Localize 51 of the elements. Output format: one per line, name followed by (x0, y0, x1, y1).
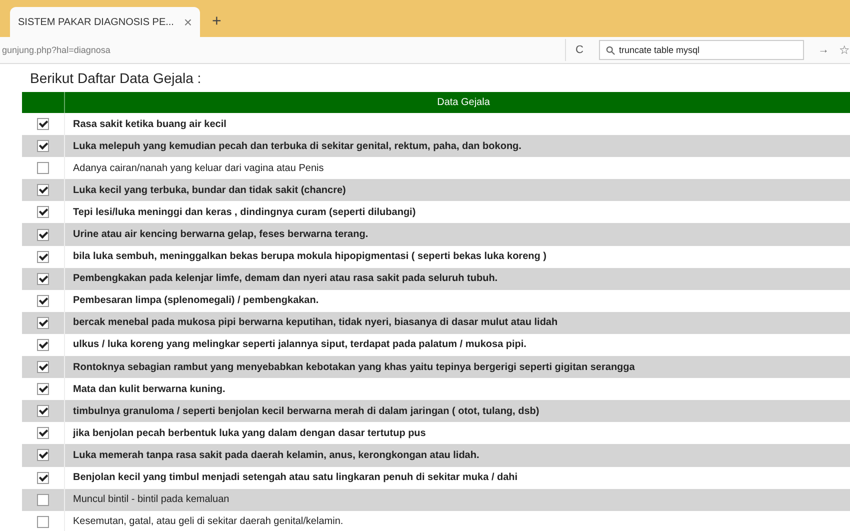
header-cell (22, 92, 64, 113)
checkbox[interactable] (37, 427, 49, 440)
symptom-cell: Kesemutan, gatal, atau geli di sekitar daerah genital/kelamin. (64, 510, 850, 531)
checkbox[interactable] (37, 184, 49, 196)
checkbox[interactable] (37, 494, 49, 506)
symptom-cell: Benjolan kecil yang timbul menjadi setengah atau satu lingkaran penuh di sekitar muka / dahi (64, 466, 850, 489)
symptom-cell: Adanya cairan/nanah yang keluar dari vagina atau Penis (64, 157, 850, 180)
symptom-cell: Pembengkakan pada kelenjar limfe, demam dan nyeri atau rasa sakit pada seluruh tubuh. (64, 268, 850, 290)
checkbox[interactable] (37, 316, 49, 329)
checkbox[interactable] (37, 361, 49, 374)
symptom-cell: Luka melepuh yang kemudian pecah dan terbuka di sekitar genital, rektum, paha, dan bokong. (64, 135, 850, 158)
new-tab-button[interactable]: + (206, 13, 228, 37)
checkbox[interactable] (37, 250, 49, 263)
search-icon (606, 46, 615, 54)
page-heading: Berikut Daftar Data Gejala : (30, 70, 202, 86)
column-header: Data Gejala (64, 92, 850, 113)
symptom-cell: timbulnya granuloma / seperti benjolan kecil berwarna merah di dalam jaringan ( otot, tulang, dsb) (64, 400, 850, 422)
checkbox[interactable] (37, 383, 49, 396)
symptom-cell: Urine atau air kencing berwarna gelap, feses berwarna terang. (64, 223, 850, 246)
checkbox[interactable] (37, 140, 49, 152)
checkbox[interactable] (37, 228, 49, 241)
checkbox[interactable] (37, 118, 49, 130)
checkbox[interactable] (37, 338, 49, 351)
browser-tab[interactable]: SISTEM PAKAR DIAGNOSIS PE... × (10, 7, 200, 37)
symptom-cell: Muncul bintil - bintil pada kemaluan (64, 488, 850, 511)
checkbox[interactable] (37, 272, 49, 285)
go-button[interactable]: → (812, 43, 835, 57)
checkbox[interactable] (37, 472, 49, 484)
symptom-cell: Luka memerah tanpa rasa sakit pada daerah kelamin, anus, kerongkongan atau lidah. (64, 444, 850, 466)
symptom-cell: Luka kecil yang terbuka, bundar dan tidak sakit (chancre) (64, 179, 850, 202)
checkbox[interactable] (37, 206, 49, 218)
symptom-cell: ulkus / luka koreng yang melingkar seperti jalannya siput, terdapat pada palatum / mukosa pipi. (64, 334, 850, 356)
tab-close[interactable]: × (184, 14, 192, 30)
symptom-cell: Pembesaran limpa (splenomegali) / pembengkakan. (64, 290, 850, 312)
symptom-cell: bila luka sembuh, meninggalkan bekas berupa mokula hipopigmentasi ( seperti bekas luka koreng ) (64, 246, 850, 268)
symptom-cell: jika benjolan pecah berbentuk luka yang dalam dengan dasar tertutup pus (64, 422, 850, 444)
search-field[interactable]: truncate table mysql (599, 40, 804, 60)
checkbox[interactable] (37, 449, 49, 462)
checkbox[interactable] (37, 294, 49, 307)
address-field[interactable]: gunjung.php?hal=diagnosa (0, 45, 565, 55)
bookmark-button[interactable]: ☆ (835, 43, 850, 57)
reload-button[interactable]: C (565, 39, 593, 61)
symptom-cell: bercak menebal pada mukosa pipi berwarna keputihan, tidak nyeri, biasanya di dasar mulut atau lidah (64, 312, 850, 334)
symptom-cell: Tepi lesi/luka meninggi dan keras , dindingnya curam (seperti dilubangi) (64, 201, 850, 224)
checkbox[interactable] (37, 516, 49, 528)
tab-title: SISTEM PAKAR DIAGNOSIS PE... (18, 16, 175, 28)
checkbox[interactable] (37, 405, 49, 418)
symptom-cell: Mata dan kulit berwarna kuning. (64, 378, 850, 400)
symptom-cell: Rontoknya sebagian rambut yang menyebabkan kebotakan yang khas yaitu tepinya bergerigi seperti gigitan serangga (64, 356, 850, 378)
symptom-cell: Rasa sakit ketika buang air kecil (64, 113, 850, 136)
checkbox[interactable] (37, 162, 49, 174)
